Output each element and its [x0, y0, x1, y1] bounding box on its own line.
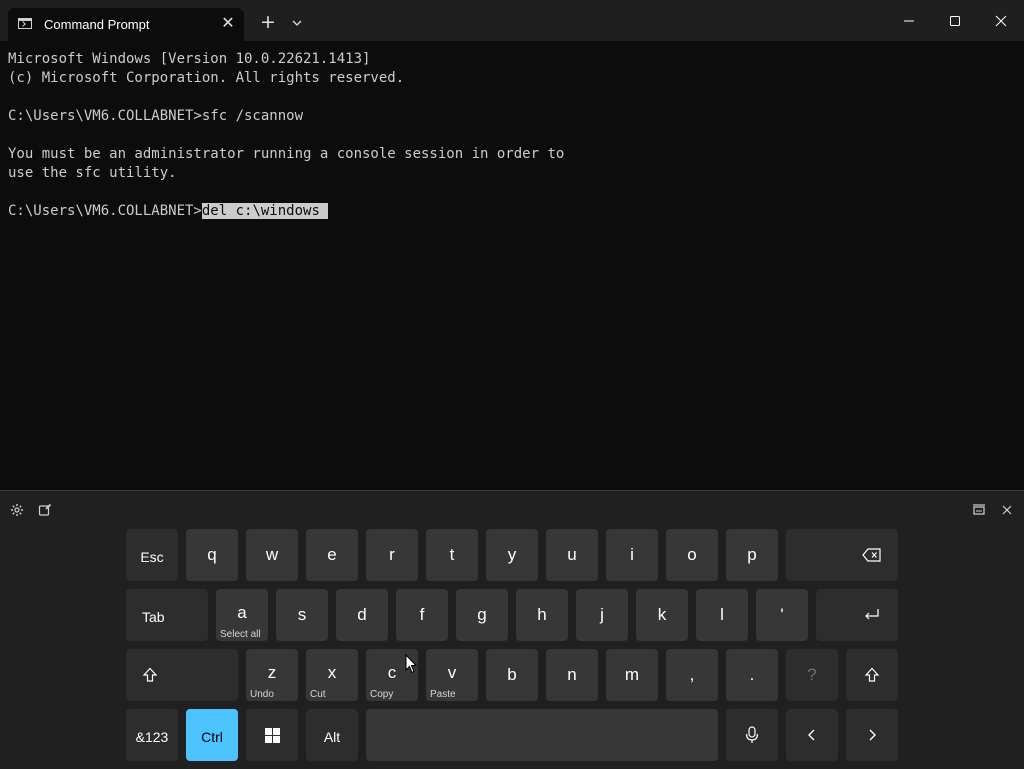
shift-icon	[846, 649, 898, 701]
cut-hint: Cut	[310, 689, 326, 700]
cmd-icon	[18, 18, 32, 29]
enter-icon	[846, 589, 898, 641]
key-backspace[interactable]	[786, 529, 898, 581]
shift-icon	[126, 649, 174, 701]
keyboard-close-button[interactable]	[998, 501, 1016, 519]
key-m[interactable]: m	[606, 649, 658, 701]
new-tab-button[interactable]: +	[258, 12, 278, 32]
key-a[interactable]: a Select all	[216, 589, 268, 641]
key-r[interactable]: r	[366, 529, 418, 581]
gear-icon	[11, 504, 23, 516]
key-symbols[interactable]: &123	[126, 709, 178, 761]
key-d[interactable]: d	[336, 589, 388, 641]
key-e[interactable]: e	[306, 529, 358, 581]
key-period[interactable]: .	[726, 649, 778, 701]
tab-title: Command Prompt	[44, 17, 150, 32]
key-h[interactable]: h	[516, 589, 568, 641]
console-output[interactable]: Microsoft Windows [Version 10.0.22621.14…	[8, 50, 1008, 480]
key-b[interactable]: b	[486, 649, 538, 701]
key-y[interactable]: y	[486, 529, 538, 581]
key-tab[interactable]: Tab	[126, 589, 208, 641]
console-line: Microsoft Windows [Version 10.0.22621.14…	[8, 51, 371, 67]
select-all-hint: Select all	[220, 629, 261, 640]
maximize-icon	[950, 15, 960, 26]
key-n[interactable]: n	[546, 649, 598, 701]
command-line[interactable]: C:\Users\VM6.COLLABNET>del c:\windows	[8, 202, 1008, 221]
key-microphone[interactable]	[726, 709, 778, 761]
handwriting-icon	[38, 503, 52, 516]
key-g[interactable]: g	[456, 589, 508, 641]
key-windows[interactable]	[246, 709, 298, 761]
key-apostrophe[interactable]: '	[756, 589, 808, 641]
key-space[interactable]	[366, 709, 718, 761]
backspace-icon	[846, 529, 898, 581]
title-bar: Command Prompt ✕ +	[0, 0, 1024, 41]
key-u[interactable]: u	[546, 529, 598, 581]
arrow-right-icon	[846, 709, 898, 761]
arrow-left-icon	[786, 709, 838, 761]
console-line: C:\Users\VM6.COLLABNET>sfc /scannow	[8, 108, 304, 124]
key-w[interactable]: w	[246, 529, 298, 581]
mouse-pointer-icon	[405, 654, 417, 674]
console-line: You must be an administrator running a c…	[8, 146, 565, 162]
selected-command-text[interactable]: del c:\windows	[201, 203, 329, 219]
key-f[interactable]: f	[396, 589, 448, 641]
key-t[interactable]: t	[426, 529, 478, 581]
key-alt[interactable]: Alt	[306, 709, 358, 761]
tab-command-prompt[interactable]: Command Prompt ✕	[8, 8, 244, 41]
key-enter[interactable]	[816, 589, 898, 641]
dock-icon	[973, 504, 985, 515]
key-x[interactable]: x Cut	[306, 649, 358, 701]
prompt: C:\Users\VM6.COLLABNET>	[8, 203, 202, 219]
close-button[interactable]	[978, 0, 1024, 41]
key-comma[interactable]: ,	[666, 649, 718, 701]
maximize-button[interactable]	[932, 0, 978, 41]
key-z[interactable]: z Undo	[246, 649, 298, 701]
key-esc[interactable]: Esc	[126, 529, 178, 581]
key-arrow-left[interactable]	[786, 709, 838, 761]
key-question[interactable]: ?	[786, 649, 838, 701]
dock-keyboard-button[interactable]	[970, 501, 988, 519]
console-line: (c) Microsoft Corporation. All rights re…	[8, 70, 405, 86]
close-icon	[1002, 505, 1012, 515]
key-k[interactable]: k	[636, 589, 688, 641]
key-i[interactable]: i	[606, 529, 658, 581]
undo-hint: Undo	[250, 689, 274, 700]
key-q[interactable]: q	[186, 529, 238, 581]
keyboard-settings-button[interactable]	[8, 501, 26, 519]
key-v[interactable]: v Paste	[426, 649, 478, 701]
copy-hint: Copy	[370, 689, 394, 700]
key-shift-left[interactable]	[126, 649, 238, 701]
paste-hint: Paste	[430, 689, 456, 700]
close-tab-button[interactable]: ✕	[218, 13, 238, 33]
minimize-icon	[904, 20, 914, 21]
microphone-icon	[726, 709, 778, 761]
minimize-button[interactable]	[886, 0, 932, 41]
chevron-down-icon[interactable]	[290, 16, 306, 30]
console-line: use the sfc utility.	[8, 165, 177, 181]
key-p[interactable]: p	[726, 529, 778, 581]
windows-logo-icon	[246, 709, 298, 761]
key-j[interactable]: j	[576, 589, 628, 641]
key-ctrl[interactable]: Ctrl	[186, 709, 238, 761]
key-s[interactable]: s	[276, 589, 328, 641]
close-icon	[995, 15, 1007, 26]
key-shift-right[interactable]	[846, 649, 898, 701]
key-arrow-right[interactable]	[846, 709, 898, 761]
key-o[interactable]: o	[666, 529, 718, 581]
handwriting-button[interactable]	[36, 501, 54, 519]
key-l[interactable]: l	[696, 589, 748, 641]
